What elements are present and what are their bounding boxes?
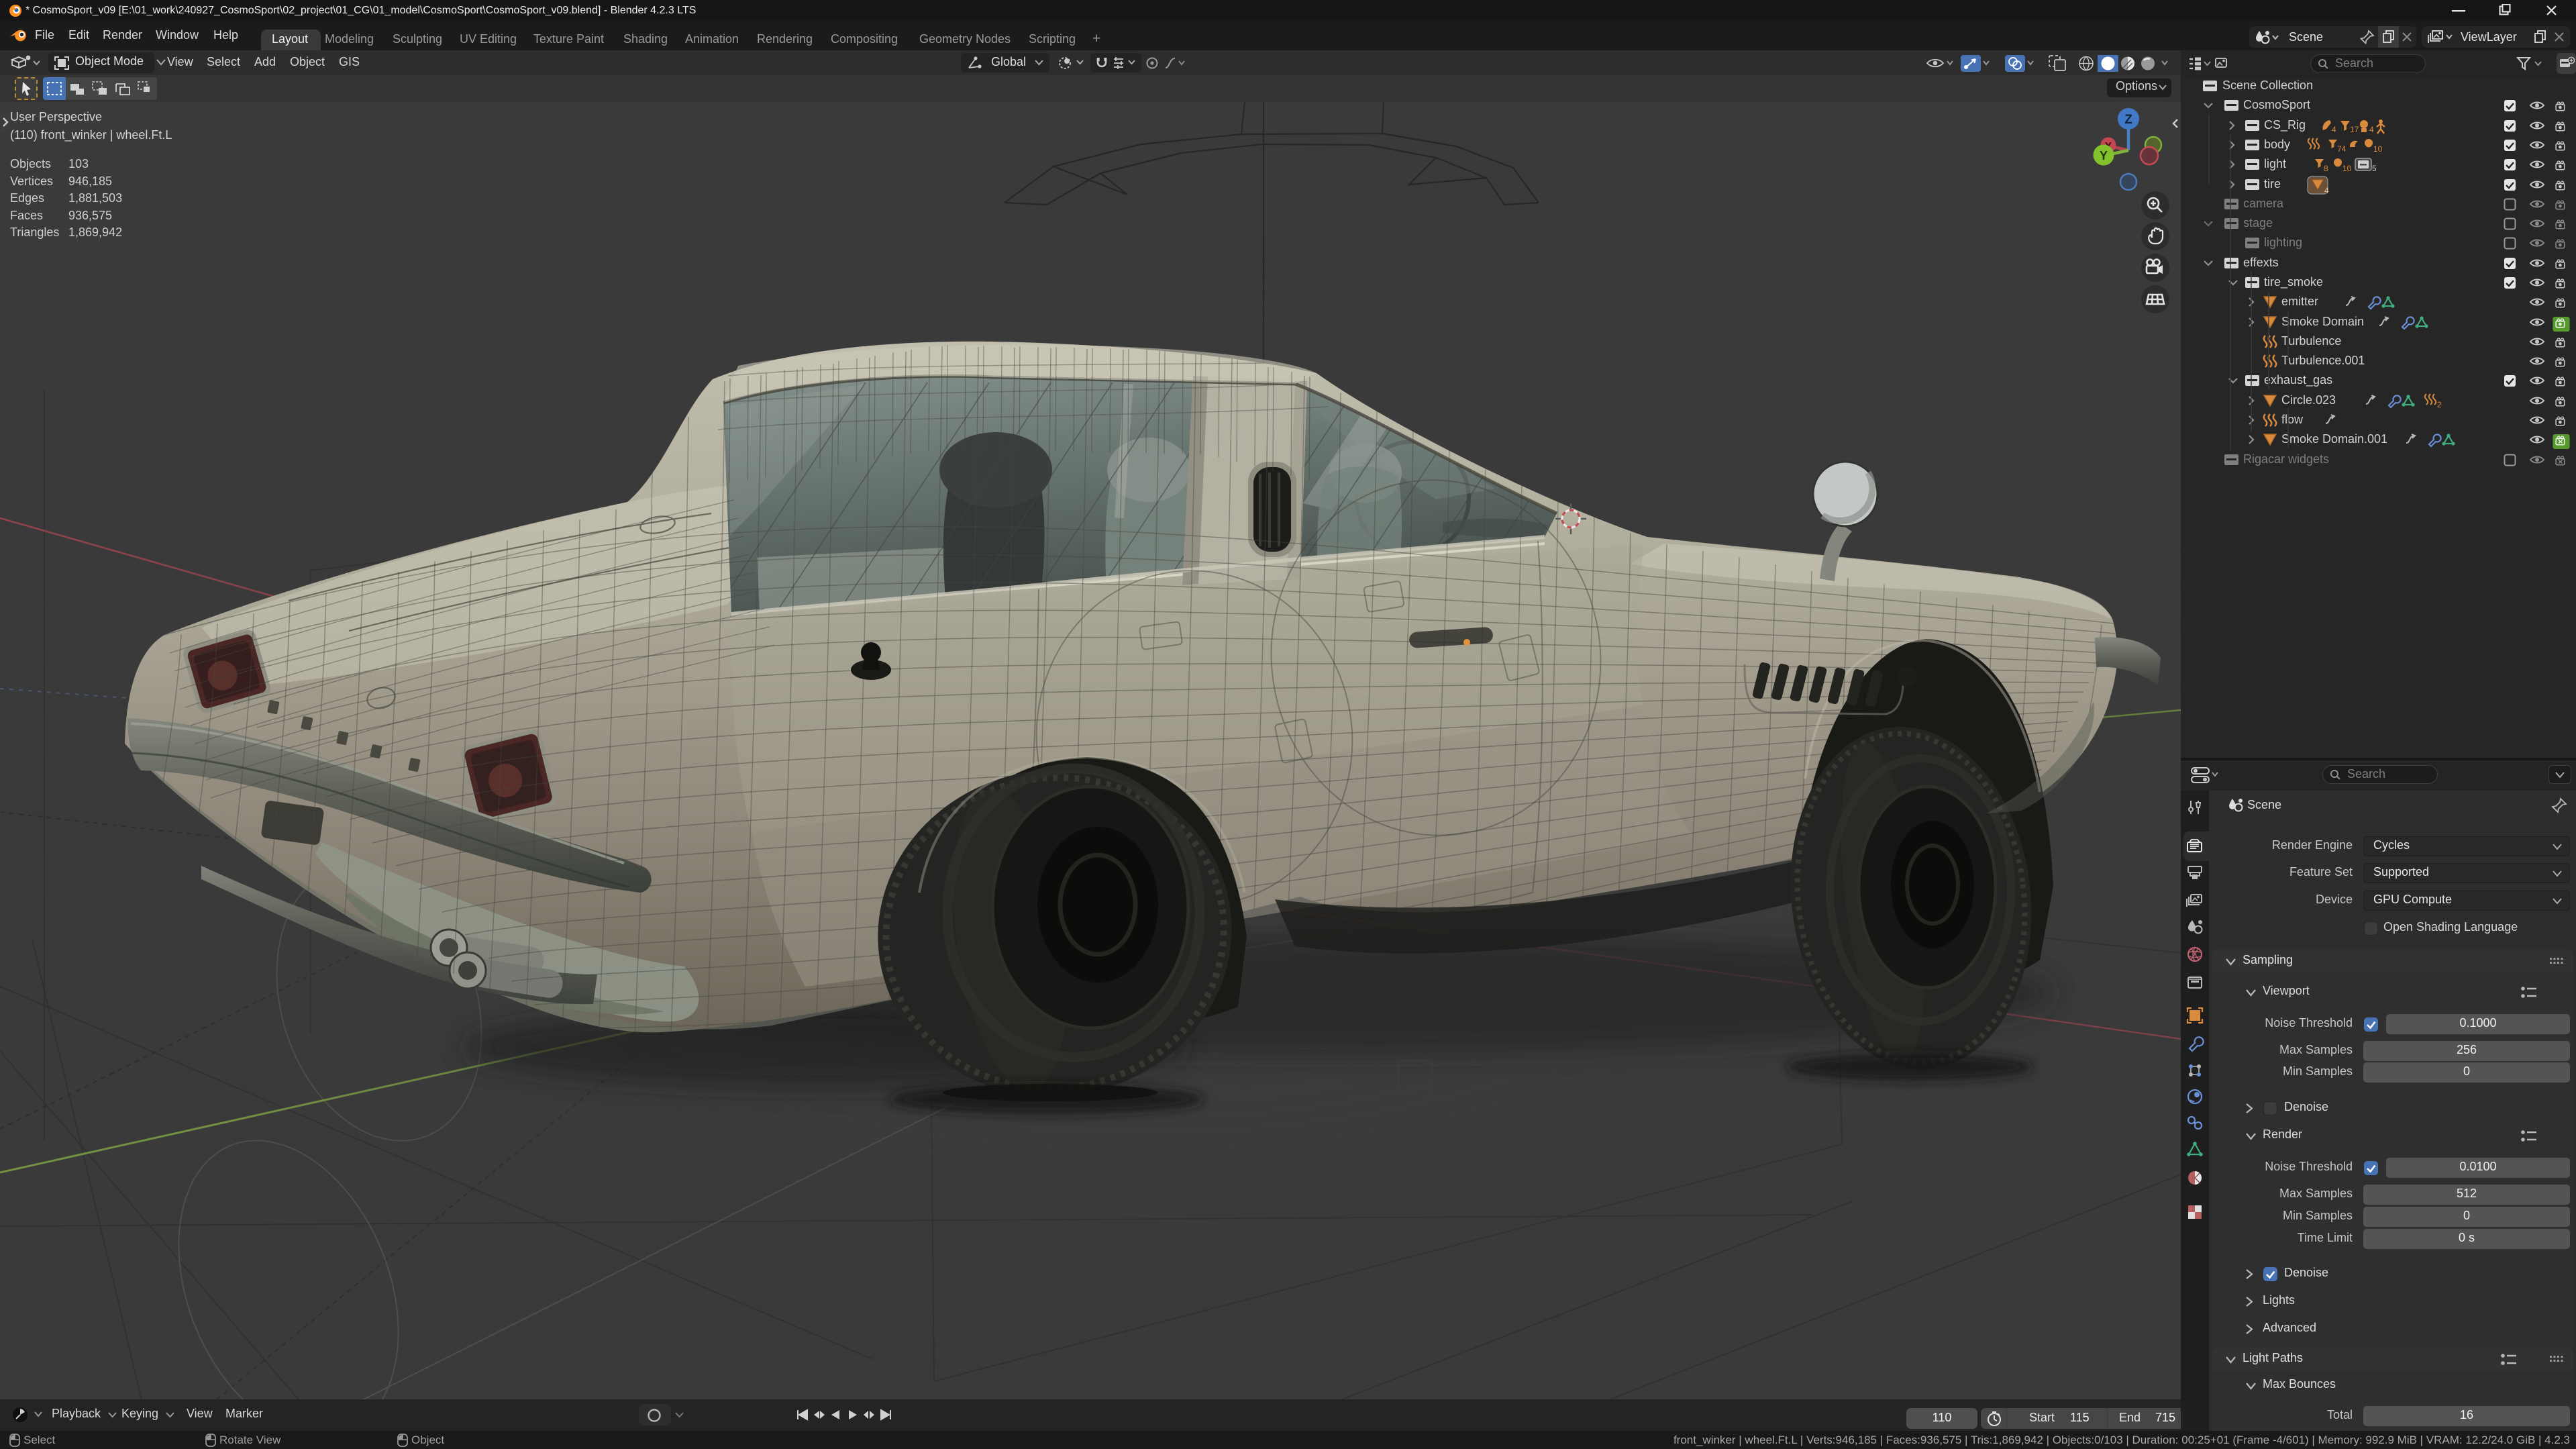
svg-text:Y: Y bbox=[2100, 149, 2108, 162]
svg-text:Z: Z bbox=[2124, 113, 2132, 127]
